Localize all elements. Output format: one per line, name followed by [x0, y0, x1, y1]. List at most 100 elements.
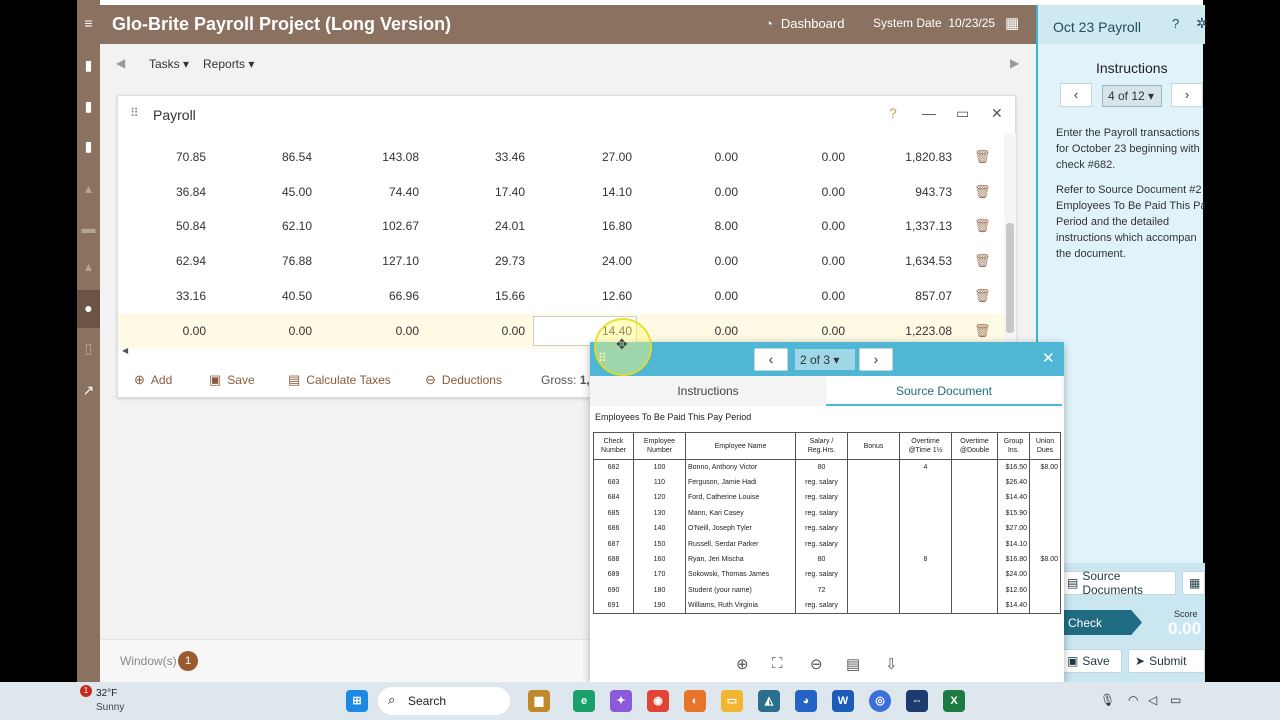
minimize-icon[interactable]: —: [922, 105, 936, 121]
report-icon[interactable]: ▮: [80, 138, 97, 155]
scrollbar-thumb[interactable]: [1006, 223, 1014, 333]
help-icon[interactable]: ?: [889, 105, 897, 121]
menu-icon[interactable]: ≡: [80, 15, 97, 32]
volume-icon[interactable]: ◁: [1148, 693, 1157, 707]
table-cell[interactable]: 27.00: [552, 150, 632, 164]
table-cell[interactable]: 70.85: [126, 150, 206, 164]
table-cell[interactable]: 943.73: [872, 185, 952, 199]
copilot-icon[interactable]: ✦: [610, 690, 632, 712]
table-row[interactable]: 70.85 86.54 143.08 33.46 27.00 0.00 0.00 1,820.…: [118, 140, 1006, 175]
table-row[interactable]: 36.84 45.00 74.40 17.40 14.10 0.00 0.00 943.73 🗑: [118, 175, 1006, 210]
prev-instruction-button[interactable]: ‹: [1060, 83, 1092, 107]
table-cell[interactable]: 66.96: [339, 289, 419, 303]
tasks-menu[interactable]: Tasks ▾: [149, 57, 189, 71]
trash-icon[interactable]: 🗑: [974, 323, 991, 339]
scroll-right-icon[interactable]: ▶: [1010, 56, 1019, 70]
table-cell[interactable]: 1,337.13: [872, 219, 952, 233]
table-cell[interactable]: 0.00: [765, 324, 845, 338]
weather-condition[interactable]: Sunny: [96, 702, 124, 713]
taskbar-search[interactable]: ⌕ Search: [378, 687, 510, 715]
chrome-icon[interactable]: ◉: [647, 690, 669, 712]
panel-help-icon[interactable]: ?: [1172, 16, 1179, 31]
drag-handle-icon[interactable]: ⠿: [130, 106, 139, 120]
table-cell[interactable]: 62.10: [232, 219, 312, 233]
instruction-page-select[interactable]: 4 of 12 ▾: [1102, 85, 1162, 107]
tab-source-document[interactable]: Source Document: [826, 376, 1062, 406]
battery-icon[interactable]: ▭: [1170, 693, 1181, 707]
table-cell[interactable]: 8.00: [658, 219, 738, 233]
bank-icon[interactable]: ▬: [80, 220, 97, 237]
trash-icon[interactable]: 🗑: [974, 149, 991, 165]
trash-icon[interactable]: 🗑: [974, 184, 991, 200]
trash-icon[interactable]: 🗑: [974, 218, 991, 234]
table-cell[interactable]: 16.80: [552, 219, 632, 233]
table-cell[interactable]: 62.94: [126, 254, 206, 268]
deductions-button[interactable]: ⊖ Deductions: [425, 372, 502, 388]
table-cell[interactable]: 15.66: [445, 289, 525, 303]
payroll-app-icon[interactable]: ◭: [758, 690, 780, 712]
table-row[interactable]: 33.16 40.50 66.96 15.66 12.60 0.00 0.00 857.07 🗑: [118, 279, 1006, 314]
source-documents-button[interactable]: ▤ Source Documents: [1060, 569, 1176, 597]
popup-page-select[interactable]: 2 of 3 ▾: [795, 349, 855, 370]
table-cell[interactable]: 24.01: [445, 219, 525, 233]
edge-browser-icon[interactable]: e: [573, 690, 595, 712]
table-cell[interactable]: 40.50: [232, 289, 312, 303]
table-cell[interactable]: 857.07: [872, 289, 952, 303]
table-cell[interactable]: 0.00: [765, 219, 845, 233]
start-icon[interactable]: ⊞: [346, 690, 368, 712]
table-cell[interactable]: 0.00: [339, 324, 419, 338]
document-icon[interactable]: ▮: [80, 57, 97, 74]
table-cell[interactable]: 0.00: [126, 324, 206, 338]
wifi-icon[interactable]: ◠: [1128, 693, 1138, 707]
microphone-icon[interactable]: 🎙: [1100, 693, 1115, 707]
briefcase-app-icon[interactable]: ▆: [528, 690, 550, 712]
teamviewer-icon[interactable]: ⇔: [906, 690, 928, 712]
gear-icon[interactable]: ✲: [1196, 15, 1208, 32]
table-cell[interactable]: 36.84: [126, 185, 206, 199]
table-cell[interactable]: 0.00: [658, 254, 738, 268]
table-cell[interactable]: 1,223.08: [872, 324, 952, 338]
check-button[interactable]: Check: [1052, 610, 1142, 635]
table-cell[interactable]: 143.08: [339, 150, 419, 164]
word-icon[interactable]: W: [832, 690, 854, 712]
calculate-taxes-button[interactable]: ▤ Calculate Taxes: [288, 372, 391, 388]
table-cell[interactable]: 0.00: [765, 185, 845, 199]
ledger-icon[interactable]: ▮: [80, 98, 97, 115]
recorder-icon[interactable]: ◎: [869, 690, 891, 712]
save-button[interactable]: ▣ Save: [209, 372, 255, 388]
table-cell[interactable]: 0.00: [232, 324, 312, 338]
table-cell[interactable]: 127.10: [339, 254, 419, 268]
table-cell[interactable]: 74.40: [339, 185, 419, 199]
next-page-button[interactable]: ›: [859, 348, 893, 371]
table-cell[interactable]: 86.54: [232, 150, 312, 164]
trash-icon[interactable]: 🗑: [974, 288, 991, 304]
print-icon[interactable]: ▤: [846, 655, 860, 673]
file-explorer-icon[interactable]: ▭: [721, 690, 743, 712]
reports-menu[interactable]: Reports ▾: [203, 57, 254, 71]
table-cell[interactable]: 0.00: [765, 150, 845, 164]
close-icon[interactable]: ✕: [1042, 349, 1055, 367]
fit-screen-icon[interactable]: ⛶: [772, 655, 783, 672]
zoom-out-icon[interactable]: ⊖: [810, 655, 823, 673]
table-cell[interactable]: 0.00: [658, 150, 738, 164]
download-icon[interactable]: ⇩: [885, 655, 898, 673]
table-cell[interactable]: 0.00: [658, 289, 738, 303]
table-cell[interactable]: 14.10: [552, 185, 632, 199]
windows-count-badge[interactable]: 1: [178, 651, 198, 671]
table-row[interactable]: 50.84 62.10 102.67 24.01 16.80 8.00 0.00 1,337.…: [118, 209, 1006, 244]
zoom-in-icon[interactable]: ⊕: [736, 655, 749, 673]
employee-icon[interactable]: ●: [80, 300, 97, 317]
horizontal-scrollbar[interactable]: ◀: [118, 346, 588, 358]
table-cell[interactable]: 24.00: [552, 254, 632, 268]
table-row[interactable]: 62.94 76.88 127.10 29.73 24.00 0.00 0.00 1,634.…: [118, 244, 1006, 279]
table-cell[interactable]: 0.00: [445, 324, 525, 338]
weather-temperature[interactable]: 32°F: [96, 688, 117, 699]
table-cell[interactable]: 1,634.53: [872, 254, 952, 268]
table-cell[interactable]: 102.67: [339, 219, 419, 233]
table-cell[interactable]: 1,820.83: [872, 150, 952, 164]
table-cell[interactable]: 29.73: [445, 254, 525, 268]
submit-button[interactable]: ➤ Submit: [1128, 649, 1205, 673]
dashboard-link[interactable]: ◔ Dashboard: [765, 16, 844, 31]
excel-icon[interactable]: X: [943, 690, 965, 712]
table-cell[interactable]: 0.00: [658, 185, 738, 199]
